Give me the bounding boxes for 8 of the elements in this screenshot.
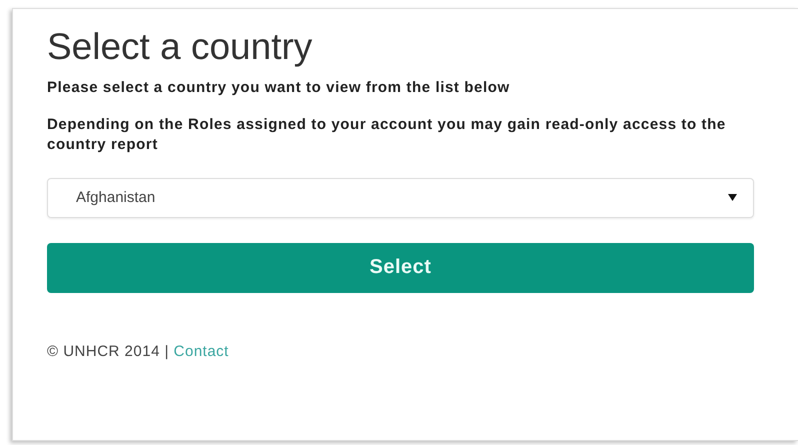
caret-icon xyxy=(728,194,737,202)
instruction-text: Please select a country you want to view from the list below xyxy=(47,78,511,98)
country-select[interactable]: Afghanistan xyxy=(47,178,754,218)
select-button[interactable]: Select xyxy=(47,242,754,293)
page-title: Select a country xyxy=(47,27,314,68)
footer-text: © UNHCR 2014 | Contact xyxy=(47,342,229,360)
contact-link[interactable]: Contact xyxy=(174,342,229,360)
instruction-text: Depending on the Roles assigned to your account you may gain read-only access to the country report xyxy=(47,114,727,155)
